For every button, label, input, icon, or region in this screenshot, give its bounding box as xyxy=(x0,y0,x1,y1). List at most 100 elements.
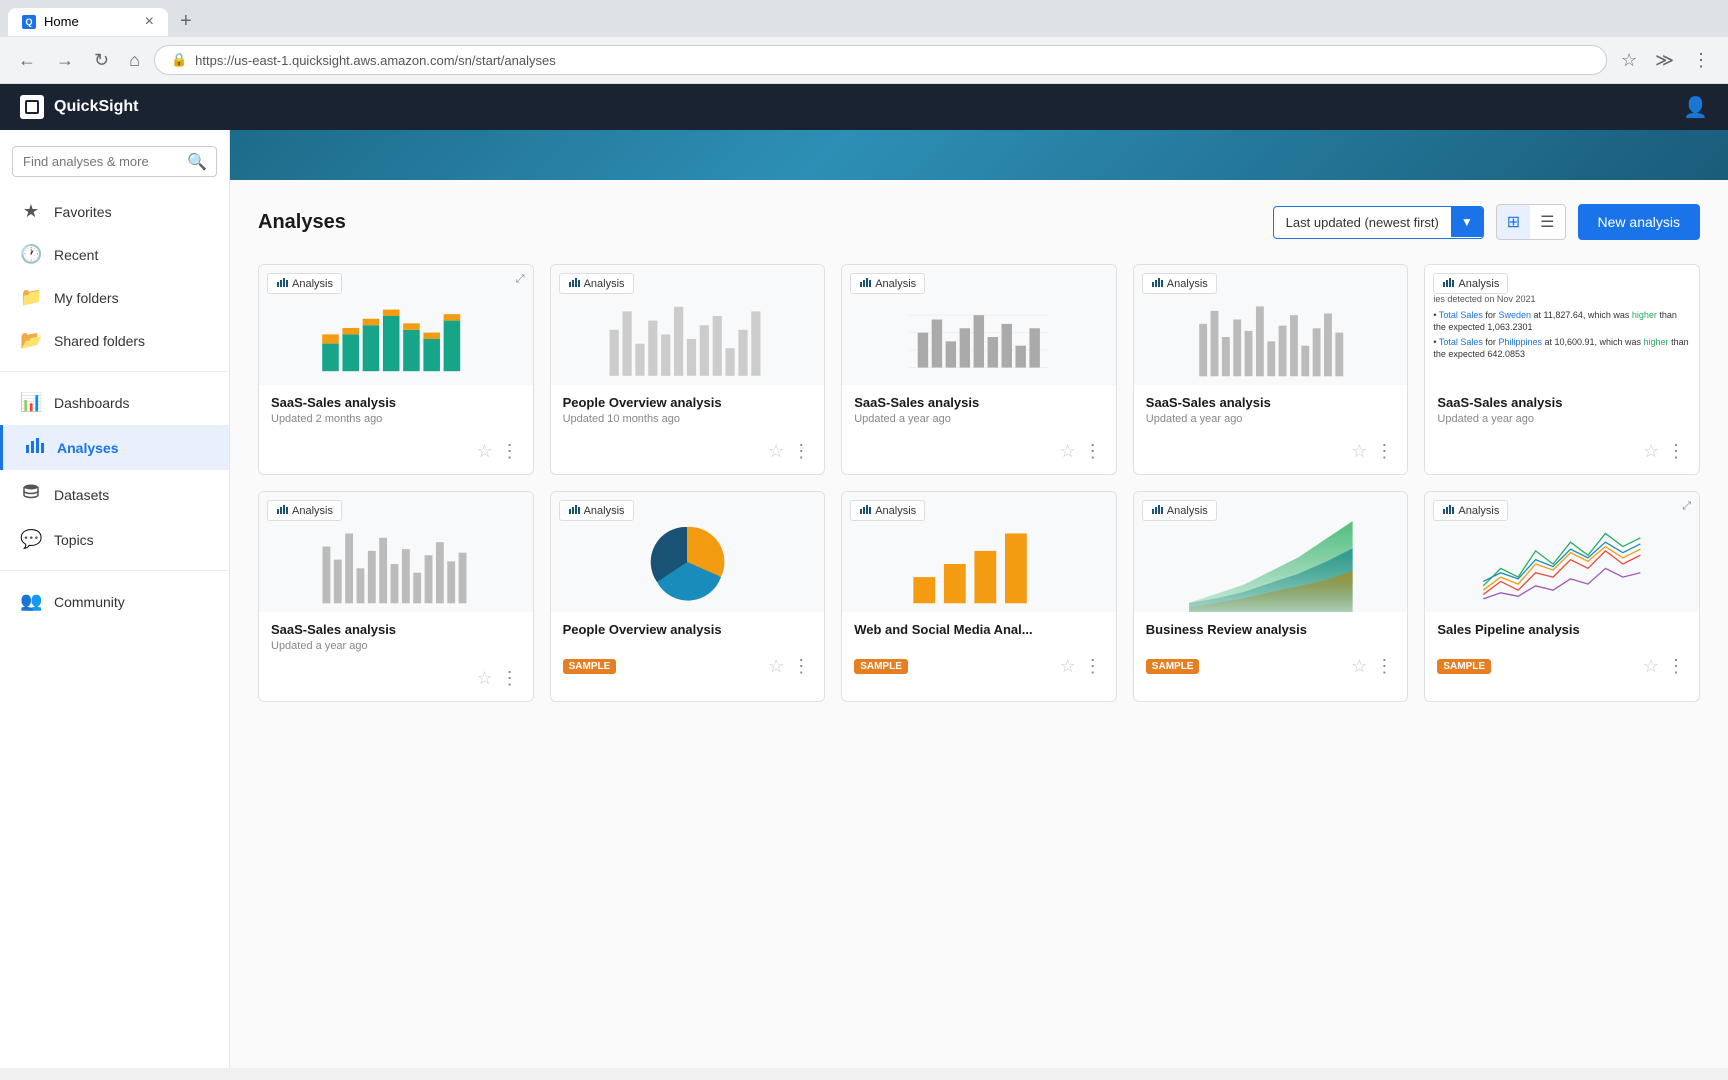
badge-icon xyxy=(1151,276,1163,291)
sidebar-item-datasets[interactable]: Datasets xyxy=(0,472,229,517)
list-view-button[interactable]: ☰ xyxy=(1530,205,1564,239)
more-button[interactable]: ⋮ xyxy=(499,439,521,464)
star-button[interactable]: ☆ xyxy=(1058,439,1078,464)
badge-icon xyxy=(859,503,871,518)
card-preview: Analysis xyxy=(1134,492,1408,612)
card-corner-icon: ⤢ xyxy=(1682,500,1691,513)
sidebar-item-shared-folders[interactable]: 📂 Shared folders xyxy=(0,320,229,361)
badge-label: Analysis xyxy=(292,278,333,290)
new-analysis-button[interactable]: New analysis xyxy=(1578,204,1700,240)
bookmark-button[interactable]: ☆ xyxy=(1615,46,1643,75)
card-preview: Analysis xyxy=(842,265,1116,385)
analysis-card-saas-sales-5[interactable]: Analysis xyxy=(258,491,534,702)
reload-button[interactable]: ↻ xyxy=(88,46,115,75)
more-button[interactable]: ⋮ xyxy=(1373,654,1395,679)
more-button[interactable]: ⋮ xyxy=(1665,654,1687,679)
home-button[interactable]: ⌂ xyxy=(123,46,146,75)
more-button[interactable]: ⋮ xyxy=(499,666,521,691)
sidebar-item-analyses[interactable]: Analyses xyxy=(0,425,229,470)
card-preview: Analysis ies detected on Nov 2021 • Tota… xyxy=(1425,265,1699,385)
card-preview: Analysis xyxy=(259,492,533,612)
card-subtitle: Updated a year ago xyxy=(854,413,1104,425)
back-button[interactable]: ← xyxy=(12,46,42,75)
analyses-grid-row2: Analysis xyxy=(258,491,1700,702)
card-footer: ☆ ⋮ xyxy=(259,435,533,474)
badge-label: Analysis xyxy=(1167,278,1208,290)
more-button[interactable]: ⋮ xyxy=(790,439,812,464)
more-button[interactable]: ⋮ xyxy=(1082,654,1104,679)
forward-button[interactable]: → xyxy=(50,46,80,75)
badge-label: Analysis xyxy=(875,505,916,517)
analysis-card-saas-sales-2[interactable]: Analysis xyxy=(841,264,1117,475)
badge-icon xyxy=(276,503,288,518)
analysis-card-saas-sales-4[interactable]: Analysis ies detected on Nov 2021 • Tota… xyxy=(1424,264,1700,475)
user-icon[interactable]: 👤 xyxy=(1683,95,1708,120)
card-title: People Overview analysis xyxy=(563,395,813,410)
card-title: SaaS-Sales analysis xyxy=(271,622,521,637)
card-title: People Overview analysis xyxy=(563,622,813,637)
card-preview: Analysis xyxy=(842,492,1116,612)
brand[interactable]: QuickSight xyxy=(20,95,138,119)
star-button[interactable]: ☆ xyxy=(1641,439,1661,464)
analysis-card-business-review[interactable]: Analysis xyxy=(1133,491,1409,702)
top-bar: QuickSight 👤 xyxy=(0,84,1728,130)
card-content: SaaS-Sales analysis Updated a year ago xyxy=(259,612,533,662)
analysis-card-people-overview-1[interactable]: Analysis xyxy=(550,264,826,475)
tab-close-button[interactable]: × xyxy=(145,14,154,30)
sidebar-item-recent[interactable]: 🕐 Recent xyxy=(0,234,229,275)
analysis-card-web-social[interactable]: Analysis Web and Social Media Anal... xyxy=(841,491,1117,702)
card-title: SaaS-Sales analysis xyxy=(1437,395,1687,410)
sort-dropdown[interactable]: Last updated (newest first) ▼ xyxy=(1273,206,1484,239)
card-subtitle: Updated a year ago xyxy=(271,640,521,652)
analysis-card-saas-sales-3[interactable]: Analysis xyxy=(1133,264,1409,475)
search-icon: 🔍 xyxy=(187,152,207,172)
star-button[interactable]: ☆ xyxy=(474,439,494,464)
dashboards-icon: 📊 xyxy=(20,392,42,413)
star-button[interactable]: ☆ xyxy=(474,666,494,691)
badge-label: Analysis xyxy=(584,505,625,517)
star-button[interactable]: ☆ xyxy=(1349,654,1369,679)
more-button[interactable]: ⋮ xyxy=(1665,439,1687,464)
menu-button[interactable]: ⋮ xyxy=(1686,46,1716,75)
card-badge: Analysis xyxy=(1433,500,1508,521)
sample-badge: SAMPLE xyxy=(1146,659,1200,674)
card-subtitle: Updated 2 months ago xyxy=(271,413,521,425)
badge-icon xyxy=(568,503,580,518)
sidebar-item-topics[interactable]: 💬 Topics xyxy=(0,519,229,560)
sidebar-item-favorites[interactable]: ★ Favorites xyxy=(0,191,229,232)
badge-icon xyxy=(1151,503,1163,518)
sidebar-item-my-folders[interactable]: 📁 My folders xyxy=(0,277,229,318)
sidebar-item-community[interactable]: 👥 Community xyxy=(0,581,229,622)
analysis-card-saas-sales-1[interactable]: Analysis ⤢ xyxy=(258,264,534,475)
badge-label: Analysis xyxy=(875,278,916,290)
card-footer: ☆ ⋮ xyxy=(551,435,825,474)
sort-label: Last updated (newest first) xyxy=(1274,207,1451,238)
content-area: Analyses Last updated (newest first) ▼ ⊞… xyxy=(230,130,1728,1068)
browser-tab[interactable]: Q Home × xyxy=(8,8,168,36)
card-badge: Analysis xyxy=(267,500,342,521)
url-display: https://us-east-1.quicksight.aws.amazon.… xyxy=(195,53,556,68)
card-title: SaaS-Sales analysis xyxy=(854,395,1104,410)
recent-icon: 🕐 xyxy=(20,244,42,265)
more-button[interactable]: ⋮ xyxy=(790,654,812,679)
more-button[interactable]: ⋮ xyxy=(1373,439,1395,464)
star-button[interactable]: ☆ xyxy=(1058,654,1078,679)
star-button[interactable]: ☆ xyxy=(1349,439,1369,464)
card-footer: SAMPLE ☆ ⋮ xyxy=(842,650,1116,689)
star-button[interactable]: ☆ xyxy=(766,439,786,464)
sidebar-item-dashboards[interactable]: 📊 Dashboards xyxy=(0,382,229,423)
more-button[interactable]: ⋮ xyxy=(1082,439,1104,464)
grid-view-button[interactable]: ⊞ xyxy=(1497,205,1530,239)
analysis-card-sales-pipeline[interactable]: Analysis ⤢ Sales xyxy=(1424,491,1700,702)
star-button[interactable]: ☆ xyxy=(1641,654,1661,679)
new-tab-button[interactable]: + xyxy=(172,6,200,37)
extensions-button[interactable]: ≫ xyxy=(1649,46,1680,75)
star-button[interactable]: ☆ xyxy=(766,654,786,679)
card-content: SaaS-Sales analysis Updated 2 months ago xyxy=(259,385,533,435)
address-bar[interactable]: 🔒 https://us-east-1.quicksight.aws.amazo… xyxy=(154,45,1607,75)
my-folders-icon: 📁 xyxy=(20,287,42,308)
tab-title: Home xyxy=(44,14,79,29)
analysis-card-people-overview-2[interactable]: Analysis People Overview analysis xyxy=(550,491,826,702)
sidebar: 🔍 ★ Favorites 🕐 Recent 📁 My folders 📂 Sh… xyxy=(0,130,230,1068)
sidebar-label-dashboards: Dashboards xyxy=(54,395,130,411)
